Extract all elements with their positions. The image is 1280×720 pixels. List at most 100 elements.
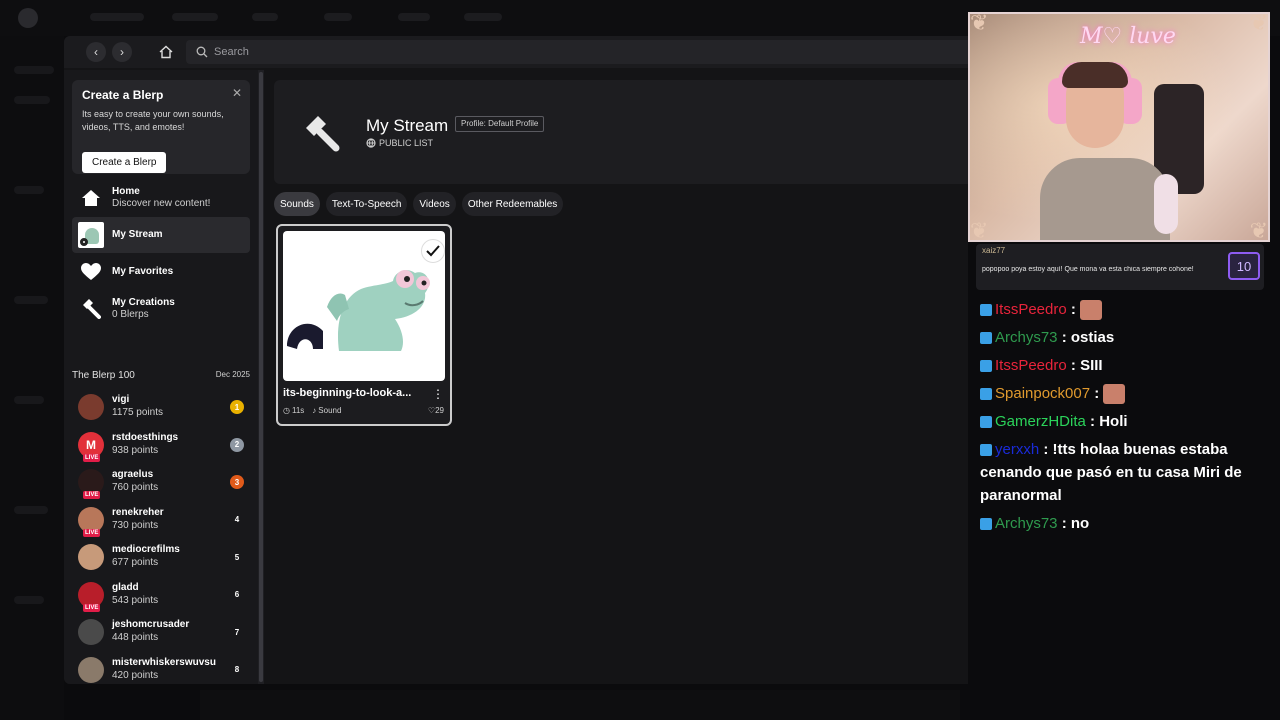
leaderboard-name: agraelus: [112, 469, 154, 480]
rank-badge: 6: [234, 590, 240, 599]
sidebar-item-home[interactable]: Home Discover new content!: [72, 180, 250, 216]
sidebar-scrollbar[interactable]: [258, 70, 264, 684]
selected-check-button[interactable]: [421, 239, 445, 263]
sidebar-item-sublabel: 0 Blerps: [112, 309, 149, 320]
sound-name[interactable]: its-beginning-to-look-a...: [283, 387, 413, 399]
chat-separator: :: [1057, 329, 1071, 346]
sound-type: Sound: [318, 406, 342, 415]
forward-button[interactable]: ›: [112, 42, 132, 62]
live-badge: LIVE: [83, 603, 101, 612]
leaderboard-points: 448 points: [112, 632, 159, 643]
chat-separator: :: [1066, 301, 1081, 318]
frame-corner-ornament: ❦: [1249, 218, 1268, 242]
avatar: [78, 619, 104, 645]
chat-badge-icon: [980, 304, 992, 317]
chat-username[interactable]: Archys73: [995, 515, 1058, 532]
leaderboard-row[interactable]: mediocrefilms 677 points 5: [72, 540, 250, 576]
sidebar-item-label: Home: [112, 186, 140, 197]
globe-icon: [366, 138, 376, 148]
sound-duration: 11s: [291, 406, 305, 415]
tab-other-redeemables[interactable]: Other Redeemables: [461, 192, 564, 216]
chat-username[interactable]: Archys73: [995, 329, 1058, 346]
sidebar-item-label: My Creations: [112, 297, 175, 308]
leaderboard-row[interactable]: LIVE agraelus 760 points 3: [72, 465, 250, 501]
close-icon[interactable]: ✕: [232, 86, 242, 100]
frame-corner-ornament: ❦: [1249, 12, 1268, 35]
chat-username[interactable]: ItssPeedro: [995, 301, 1067, 318]
more-options-icon[interactable]: ⋮: [432, 387, 444, 401]
page-title: My Stream: [366, 116, 449, 135]
leaderboard-points: 1175 points: [112, 407, 163, 418]
stream-header: My Stream Profile: Default Profile PUBLI…: [274, 80, 968, 184]
blerp-window: ‹ › Create a Blerp Its easy to create yo…: [64, 36, 968, 684]
leaderboard-row[interactable]: jeshomcrusader 448 points 7: [72, 615, 250, 651]
sidebar-item-my-stream[interactable]: My Stream: [72, 217, 250, 253]
sound-thumbnail[interactable]: [283, 231, 445, 381]
scrollbar-thumb[interactable]: [259, 72, 263, 682]
sound-meta: ◷ 11s ♪ Sound: [283, 406, 341, 415]
background-nav-item: [172, 13, 218, 21]
content-tabs: Sounds Text-To-Speech Videos Other Redee…: [274, 192, 569, 216]
leaderboard-row[interactable]: LIVE renekreher 730 points 4: [72, 503, 250, 539]
home-button[interactable]: [156, 42, 176, 62]
leaderboard-points: 420 points: [112, 669, 159, 681]
search-bar[interactable]: [186, 40, 968, 64]
leaderboard-points: 677 points: [112, 557, 159, 568]
chat-message-text: popopoo poya estoy aquí! Que mona va est…: [982, 266, 1194, 273]
background-app-footer: [200, 690, 960, 720]
profile-badge[interactable]: Profile: Default Profile: [455, 116, 545, 132]
emote-icon: [1103, 384, 1126, 405]
background-nav-item: [90, 13, 144, 21]
leaderboard-name: misterwhiskerswuvsu: [112, 656, 216, 668]
clock-icon: ◷: [283, 406, 290, 415]
tab-videos[interactable]: Videos: [413, 192, 456, 216]
sound-card[interactable]: its-beginning-to-look-a... ⋮ ◷ 11s ♪ Sou…: [276, 224, 452, 426]
chat-badge-icon: [980, 416, 992, 429]
chat-badge-icon: [980, 332, 992, 345]
create-blerp-button[interactable]: Create a Blerp: [82, 152, 167, 173]
leaderboard-points: 730 points: [112, 519, 159, 531]
frame-corner-ornament: ❦: [970, 12, 989, 35]
chat-badge-icon: [980, 518, 992, 531]
rank-badge: 1: [230, 400, 244, 414]
back-button[interactable]: ‹: [86, 42, 106, 62]
chat-username[interactable]: yerxxh: [995, 441, 1039, 458]
chat-username: xaiz77: [982, 246, 1006, 255]
create-card-description: Its easy to create your own sounds, vide…: [82, 109, 224, 132]
neon-sign: M♡ luve: [1080, 24, 1176, 49]
leaderboard-row[interactable]: vigi 1175 points 1: [72, 390, 250, 426]
hammer-icon: [83, 299, 101, 319]
chat-message: ItssPeedro :: [980, 298, 1265, 321]
blerp-100-date: Dec 2025: [215, 370, 250, 379]
leaderboard-points: 938 points: [112, 444, 159, 456]
tab-sounds[interactable]: Sounds: [274, 192, 320, 216]
chat-username[interactable]: ItssPeedro: [995, 357, 1067, 374]
leaderboard-row[interactable]: misterwhiskerswuvsu 420 points 8: [72, 653, 250, 685]
leaderboard-row[interactable]: M LIVE rstdoesthings 938 points 2: [72, 428, 250, 464]
chat-username[interactable]: GamerzHDita: [995, 413, 1086, 430]
leaderboard-name: renekreher: [112, 506, 164, 518]
search-input[interactable]: [214, 46, 914, 58]
leaderboard-row[interactable]: LIVE gladd 543 points 6: [72, 578, 250, 614]
sidebar-item-label: My Favorites: [112, 266, 174, 277]
chat-message-text: no: [1070, 515, 1090, 532]
blerp-100-header: The Blerp 100 Dec 2025: [72, 370, 250, 384]
rank-badge: 8: [234, 665, 240, 674]
hammer-icon: [306, 116, 340, 152]
chat-username[interactable]: Spainpock007: [995, 385, 1090, 402]
chat-message: Archys73 : no: [980, 512, 1265, 535]
leaderboard-name: gladd: [112, 581, 139, 593]
tab-text-to-speech[interactable]: Text-To-Speech: [325, 192, 408, 216]
background-nav-item: [464, 13, 502, 21]
sidebar-item-my-creations[interactable]: My Creations 0 Blerps: [72, 291, 250, 327]
rank-badge: 3: [230, 475, 244, 489]
sidebar: Create a Blerp Its easy to create your o…: [64, 70, 260, 684]
topbar: ‹ ›: [64, 36, 968, 68]
sidebar-item-my-favorites[interactable]: My Favorites: [72, 254, 250, 290]
likes-count[interactable]: ♡29: [428, 406, 444, 415]
live-badge: LIVE: [83, 528, 101, 537]
leaderboard-name: rstdoesthings: [112, 431, 179, 443]
background-logo-icon: [18, 8, 38, 28]
sidebar-item-sublabel: Discover new content!: [112, 198, 211, 209]
create-card-title: Create a Blerp: [82, 88, 164, 102]
